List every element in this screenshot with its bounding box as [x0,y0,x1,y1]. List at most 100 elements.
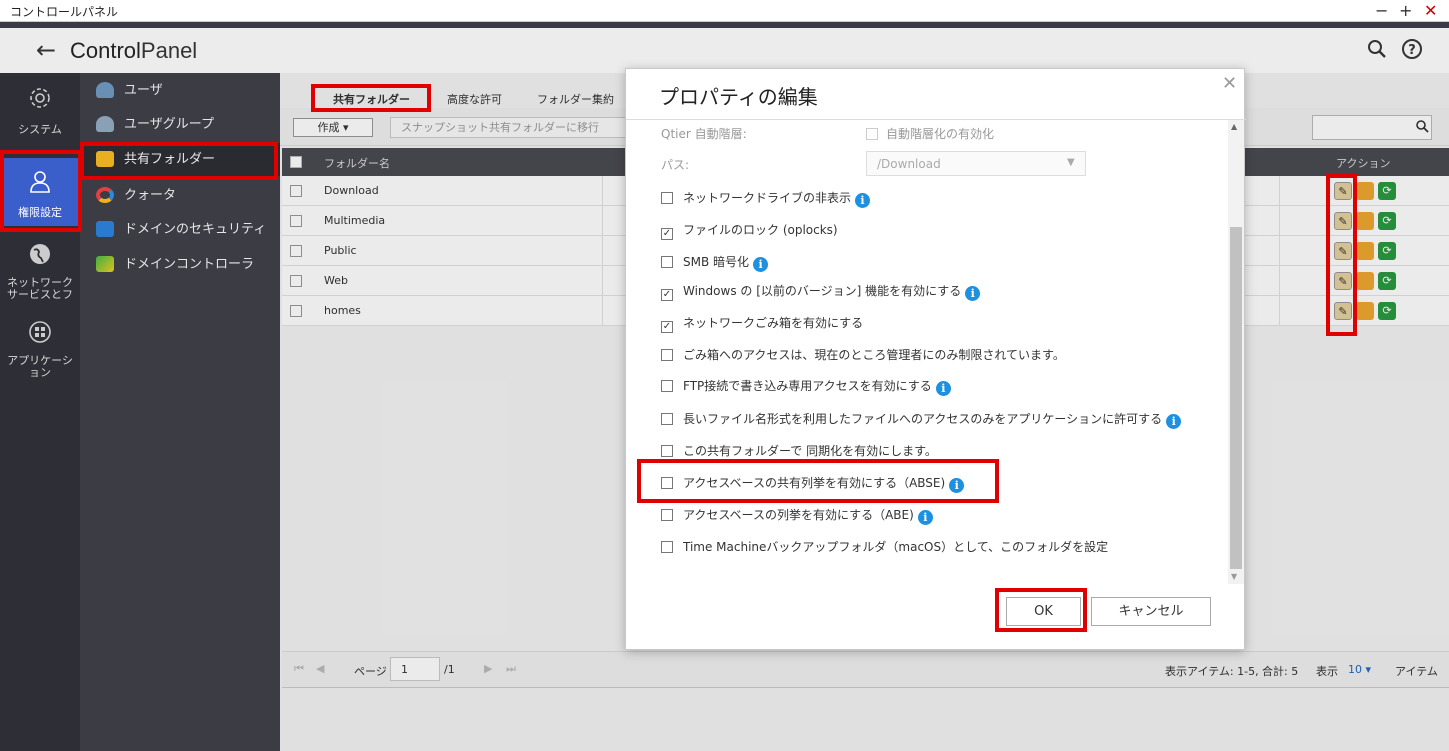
info-icon[interactable]: i [753,257,769,272]
subnav-domain-security-label: ドメインのセキュリティ [124,222,267,237]
dialog-divider [626,119,1246,120]
option-label: Windows の [以前のバージョン] 機能を有効にする [683,284,962,298]
option-checkbox[interactable] [661,192,673,204]
option-sync[interactable]: この共有フォルダーで 同期化を有効にします。 [661,442,937,460]
path-label: パス: [661,158,690,172]
option-label: ファイルのロック (oplocks) [683,223,838,237]
cancel-button[interactable]: キャンセル [1091,597,1211,626]
option-label: 長いファイル名形式を利用したファイルへのアクセスのみをアプリケーションに許可する [683,412,1163,426]
info-icon[interactable]: i [935,381,951,396]
nav-system[interactable]: システム [0,85,80,145]
option-previous-versions[interactable]: ✓ Windows の [以前のバージョン] 機能を有効にする i [661,282,981,301]
sub-nav: ユーザ ユーザグループ 共有フォルダー クォータ ドメインのセキュリティ ドメイ… [80,73,280,751]
nav-applications-label-2: ョン [29,366,51,379]
option-checkbox[interactable] [661,445,673,457]
edit-properties-dialog: プロパティの編集 ✕ Qtier 自動階層: 自動階層化の有効化 パス: /Do… [625,68,1246,650]
option-abse[interactable]: アクセスベースの共有列挙を有効にする（ABSE) i [661,474,965,493]
quota-icon [96,187,114,203]
close-window-button[interactable]: ✕ [1424,1,1437,20]
option-network-recycle-bin[interactable]: ✓ ネットワークごみ箱を有効にする [661,314,864,333]
brand-bold: Control [70,38,141,63]
back-arrow-icon[interactable]: ← [36,36,56,64]
subnav-quota[interactable]: クォータ [80,179,280,212]
domain-controller-icon [96,256,114,272]
shared-folder-icon [96,151,114,167]
option-checkbox-checked[interactable]: ✓ [661,289,673,301]
option-checkbox[interactable] [661,349,673,361]
option-oplocks[interactable]: ✓ ファイルのロック (oplocks) [661,221,838,240]
left-nav: システム 権限設定 ネットワーク サービスとフ アプリケーシ ョン [0,73,80,751]
option-checkbox-checked[interactable]: ✓ [661,228,673,240]
subnav-users-label: ユーザ [124,83,163,98]
option-label: ネットワークごみ箱を有効にする [683,316,864,330]
option-label: Time Machineバックアップフォルダ（macOS）として、このフォルダを… [683,540,1109,554]
option-recycle-bin-admin-only[interactable]: ごみ箱へのアクセスは、現在のところ管理者にのみ制限されています。 [661,346,1065,364]
domain-security-icon [96,221,114,237]
search-icon[interactable] [1367,39,1387,64]
gear-icon [0,85,80,117]
subnav-shared-folders[interactable]: 共有フォルダー [80,143,280,176]
option-label: SMB 暗号化 [683,255,750,269]
option-label: アクセスベースの共有列挙を有効にする（ABSE) [683,476,946,490]
subnav-users[interactable]: ユーザ [80,74,280,107]
nav-network-label-2: サービスとフ [7,288,73,301]
ok-button[interactable]: OK [1006,597,1081,626]
subnav-domain-controller[interactable]: ドメインコントローラ [80,248,280,281]
info-icon[interactable]: i [949,478,965,493]
qtier-checkbox[interactable] [866,128,878,140]
option-checkbox[interactable] [661,477,673,489]
user-icon [0,168,80,200]
nav-permissions[interactable]: 権限設定 [0,158,80,226]
nav-network[interactable]: ネットワーク サービスとフ [0,241,80,301]
subnav-domain-security[interactable]: ドメインのセキュリティ [80,213,280,246]
info-icon[interactable]: i [855,193,871,208]
brand-light: Panel [140,38,198,63]
path-select[interactable]: /Download ▼ [866,151,1086,176]
info-icon[interactable]: i [917,510,933,525]
minimize-button[interactable]: − [1375,1,1388,20]
dialog-title: プロパティの編集 [659,85,818,109]
qtier-option-label: 自動階層化の有効化 [886,127,995,141]
option-label: この共有フォルダーで 同期化を有効にします。 [683,444,937,458]
app-brand: ControlPanel [70,38,197,64]
user-icon [96,82,114,98]
option-smb-encryption[interactable]: SMB 暗号化 i [661,253,769,272]
option-abe[interactable]: アクセスベースの列挙を有効にする（ABE) i [661,506,933,525]
option-checkbox-checked[interactable]: ✓ [661,321,673,333]
option-checkbox[interactable] [661,541,673,553]
option-checkbox[interactable] [661,509,673,521]
info-icon[interactable]: i [1166,414,1182,429]
qtier-option[interactable]: 自動階層化の有効化 [866,125,994,142]
subnav-usergroups[interactable]: ユーザグループ [80,108,280,141]
app-header: ← ControlPanel ? [0,28,1449,73]
scroll-down-icon[interactable]: ▼ [1231,572,1237,581]
option-time-machine[interactable]: Time Machineバックアップフォルダ（macOS）として、このフォルダを… [661,538,1108,556]
subnav-usergroups-label: ユーザグループ [124,117,214,132]
subnav-quota-label: クォータ [124,188,177,203]
option-checkbox[interactable] [661,256,673,268]
qtier-label: Qtier 自動階層: [661,127,747,141]
close-icon[interactable]: ✕ [1222,73,1237,94]
info-icon[interactable]: i [965,286,981,301]
nav-system-label: システム [18,123,62,136]
svg-text:?: ? [1408,43,1416,58]
option-ftp-write-only[interactable]: FTP接続で書き込み専用アクセスを有効にする i [661,377,951,396]
window-titlebar: コントロールパネル − + ✕ [0,0,1449,22]
scrollbar-thumb[interactable] [1230,227,1242,569]
user-group-icon [96,116,114,132]
option-label: ごみ箱へのアクセスは、現在のところ管理者にのみ制限されています。 [683,348,1065,362]
subnav-shared-folders-label: 共有フォルダー [124,152,216,167]
maximize-button[interactable]: + [1399,1,1412,20]
scroll-up-icon[interactable]: ▲ [1231,122,1237,131]
path-value: /Download [877,157,941,171]
chevron-down-icon: ▼ [1067,157,1075,168]
option-hide-network-drive[interactable]: ネットワークドライブの非表示 i [661,189,871,208]
nav-applications[interactable]: アプリケーシ ョン [0,319,80,379]
option-checkbox[interactable] [661,380,673,392]
help-icon[interactable]: ? [1401,38,1423,65]
option-checkbox[interactable] [661,413,673,425]
option-label: アクセスベースの列挙を有効にする（ABE) [683,508,914,522]
window-title: コントロールパネル [10,5,119,19]
option-long-filename-only[interactable]: 長いファイル名形式を利用したファイルへのアクセスのみをアプリケーションに許可する… [661,410,1182,429]
globe-icon [0,241,80,273]
